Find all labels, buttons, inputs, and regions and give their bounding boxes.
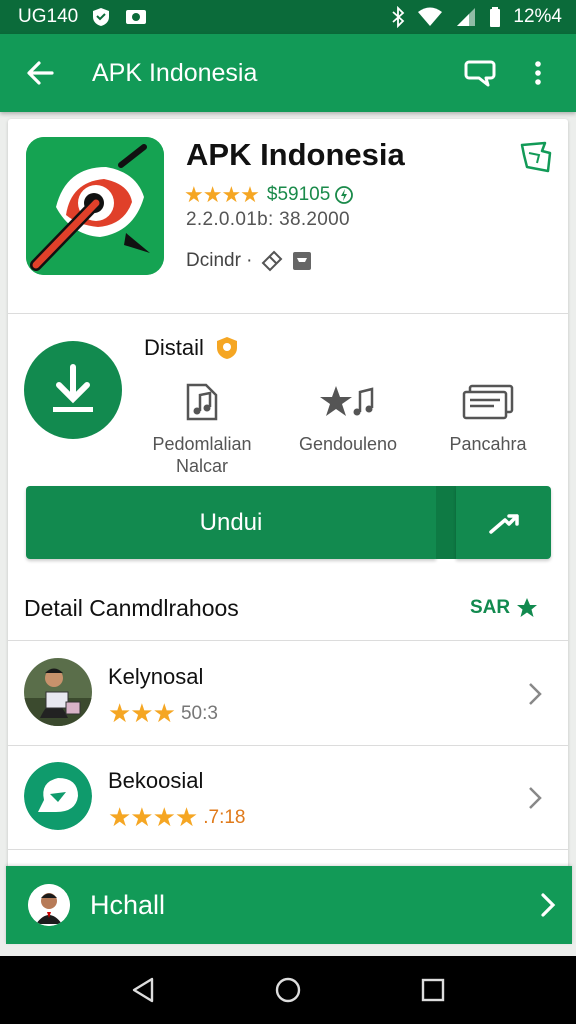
app-bar-title: APK Indonesia — [92, 58, 258, 87]
bottom-banner[interactable]: Hchall — [6, 866, 572, 944]
music-file-icon — [186, 383, 218, 421]
avatar — [28, 884, 70, 926]
list-item-stars: ★★★★ — [108, 802, 198, 832]
app-rating: ★★★★ $59105 — [184, 182, 354, 208]
nav-back-button[interactable] — [113, 965, 173, 1015]
divider — [8, 313, 568, 314]
avatar — [24, 658, 92, 726]
install-button-label: Undui — [199, 508, 263, 536]
status-time-left: UG140 — [18, 6, 79, 27]
nav-home-button[interactable] — [258, 965, 318, 1015]
list-item-title: Bekoosial — [108, 768, 204, 793]
chevron-right-icon — [522, 680, 548, 708]
app-bar: APK Indonesia — [0, 34, 576, 112]
download-button[interactable] — [24, 341, 122, 439]
rating-stars: ★★★★ — [184, 182, 260, 207]
see-all-label: SAR — [470, 597, 511, 618]
feature-item[interactable]: Gendouleno — [278, 377, 418, 455]
verified-icon — [335, 186, 354, 204]
feature-item[interactable]: Pedomlalian Nalcar — [132, 377, 272, 477]
feature-label: Pancahra — [449, 434, 527, 454]
list-item-score: .7:18 — [203, 806, 246, 828]
tag-icon — [261, 250, 282, 272]
star-music-icon — [320, 386, 374, 416]
back-arrow-icon — [27, 61, 54, 85]
circle-home-icon — [275, 977, 301, 1003]
status-battery-text: 12%4 — [513, 6, 562, 27]
star-badge-icon — [517, 598, 538, 617]
list-item-title: Kelynosal — [108, 664, 204, 689]
badge-icon — [216, 337, 237, 359]
chat-bubble-icon — [464, 60, 496, 87]
share-button[interactable] — [456, 486, 551, 559]
nav-recents-button[interactable] — [403, 965, 463, 1015]
signal-icon — [455, 7, 477, 27]
version-info: 2.2.0.01b: 38.2000 — [186, 209, 350, 230]
bookmark-button[interactable] — [516, 137, 556, 177]
back-button[interactable] — [20, 53, 60, 93]
chat-button[interactable] — [458, 51, 502, 95]
developer-row: Dcindr · — [186, 250, 313, 272]
system-nav-bar — [0, 956, 576, 1024]
list-item-score: 50:3 — [180, 702, 218, 724]
photo-icon — [124, 7, 148, 27]
divider — [8, 640, 568, 641]
status-left: UG140 — [18, 6, 148, 28]
detail-heading-label: Distail — [144, 335, 204, 360]
more-options-button[interactable] — [516, 51, 560, 95]
rating-count: $59105 — [266, 184, 331, 205]
shield-icon — [90, 6, 112, 28]
bluetooth-icon — [391, 6, 405, 28]
archive-icon — [292, 252, 311, 270]
triangle-back-icon — [132, 977, 153, 1003]
list-item[interactable]: Kelynosal ★★★ 50:3 — [8, 642, 568, 746]
status-bar: UG140 12%4 — [0, 0, 576, 34]
list-item-rating: ★★★★ .7:18 — [108, 802, 246, 833]
list-item-rating: ★★★ 50:3 — [108, 698, 218, 729]
screen: UG140 12%4 APK Indonesia APK Indonesia ★… — [0, 0, 576, 1024]
square-recents-icon — [422, 978, 445, 1002]
feature-label: Gendouleno — [298, 434, 398, 454]
feature-item[interactable]: Pancahra — [418, 377, 558, 455]
detail-heading: Distail — [144, 335, 240, 361]
list-heading: Detail Canmdlrahoos — [24, 595, 239, 621]
download-icon — [53, 364, 93, 412]
share-arrow-icon — [488, 513, 519, 534]
developer-name: Dcindr · — [186, 250, 253, 271]
flag-icon — [520, 141, 552, 173]
avatar — [24, 762, 92, 830]
cards-icon — [462, 384, 514, 420]
battery-icon — [489, 6, 501, 28]
see-all-link[interactable]: SAR — [470, 597, 538, 619]
wifi-icon — [417, 7, 443, 27]
app-name: APK Indonesia — [186, 137, 405, 172]
install-button[interactable]: Undui — [26, 486, 436, 559]
list-item-stars: ★★★ — [108, 698, 176, 728]
app-logo — [26, 137, 164, 275]
button-separator — [436, 486, 456, 559]
feature-label: Pedomlalian — [152, 434, 252, 454]
chevron-right-icon — [541, 893, 556, 917]
divider — [8, 849, 568, 850]
app-detail-card: APK Indonesia ★★★★ $59105 2.2.0.01b: 38.… — [8, 119, 568, 879]
status-right: 12%4 — [391, 6, 562, 28]
feature-label-sub: Nalcar — [175, 456, 228, 476]
chevron-right-icon — [522, 784, 548, 812]
bottom-banner-label: Hchall — [90, 889, 166, 920]
list-item[interactable]: Bekoosial ★★★★ .7:18 — [8, 746, 568, 850]
more-vert-icon — [535, 61, 541, 85]
